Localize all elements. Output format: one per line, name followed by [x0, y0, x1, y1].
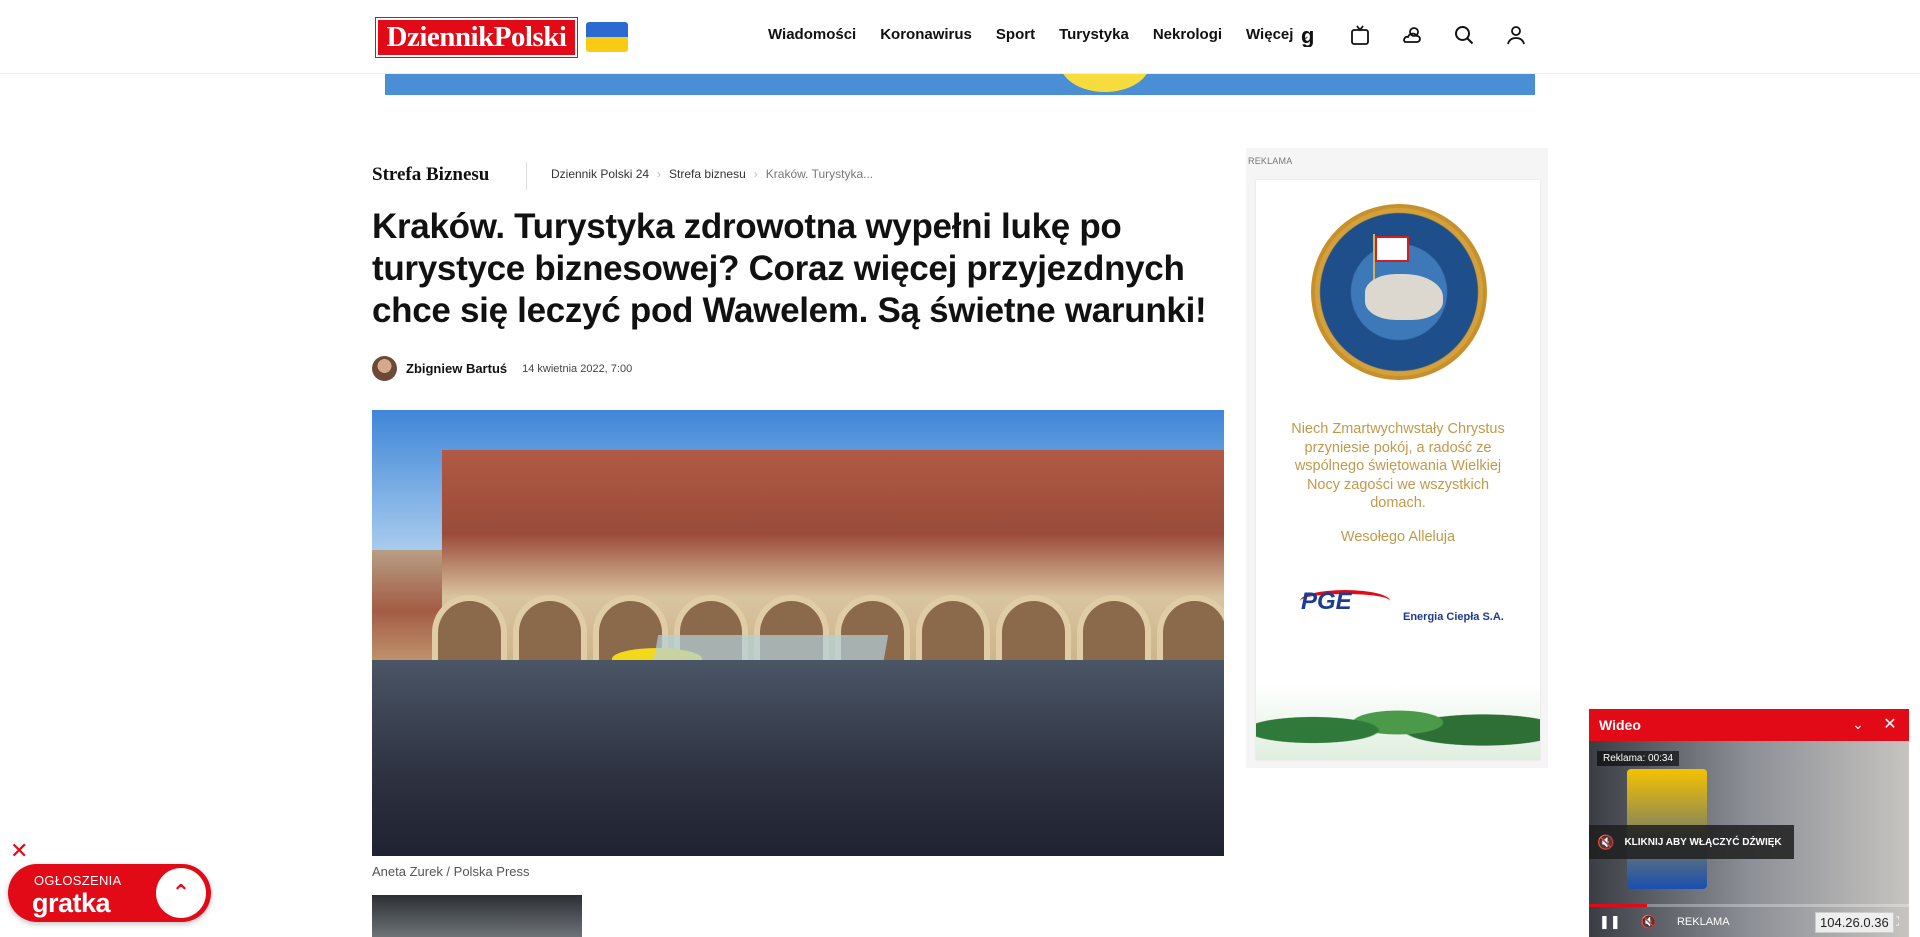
top-banner-ad[interactable] [385, 74, 1535, 95]
lamb-of-god-medallion-image [1311, 204, 1487, 380]
article-hero-image[interactable] [372, 410, 1224, 856]
ad-label: REKLAMA [1248, 156, 1293, 166]
close-icon[interactable]: ✕ [1881, 716, 1899, 734]
video-frame[interactable]: Reklama: 00:34 🔇 KLIKNIJ ABY WŁĄCZYĆ DŹW… [1589, 741, 1909, 937]
video-header: Wideo ⌄ ✕ [1589, 709, 1909, 741]
gratka-subtitle: OGŁOSZENIA [34, 873, 122, 888]
article-title: Kraków. Turystyka zdrowotna wypełni lukę… [372, 207, 1207, 330]
nav-item-wiecej-label: Więcej [1246, 26, 1294, 43]
pge-logo: PGE [1301, 588, 1352, 615]
gratka-widget[interactable]: OGŁOSZENIA gratka ⌃ [8, 864, 211, 922]
article-meta: Zbigniew Bartuś 14 kwietnia 2022, 7:00 [372, 356, 632, 381]
image-caption: Aneta Zurek / Polska Press [372, 864, 530, 879]
header-icons: g [1295, 22, 1529, 48]
section-name[interactable]: Strefa Biznesu [372, 164, 489, 186]
video-title: Wideo [1599, 717, 1641, 733]
mute-icon[interactable]: 🔇 [1641, 914, 1657, 930]
chevron-right-icon: › [753, 167, 758, 181]
nav-item-turystyka[interactable]: Turystyka [1059, 26, 1129, 43]
main-nav: Wiadomości Koronawirus Sport Turystyka N… [768, 26, 1334, 43]
leaves-image [1256, 685, 1540, 760]
search-icon[interactable] [1451, 22, 1477, 48]
nav-item-nekrologi[interactable]: Nekrologi [1153, 26, 1222, 43]
weather-icon[interactable] [1399, 22, 1425, 48]
muted-speaker-icon: 🔇 [1597, 833, 1615, 850]
close-icon[interactable]: ✕ [10, 840, 28, 862]
user-icon[interactable] [1503, 22, 1529, 48]
nav-item-sport[interactable]: Sport [996, 26, 1035, 43]
breadcrumb: Dziennik Polski 24 › Strefa biznesu › Kr… [551, 167, 873, 181]
ad-greeting: Wesołego Alleluja [1340, 529, 1456, 545]
gratka-expand-button[interactable]: ⌃ [156, 868, 206, 918]
site-logo[interactable]: DziennikPolski [375, 17, 578, 58]
pause-icon[interactable]: ❚❚ [1599, 914, 1621, 930]
svg-text:g: g [1301, 23, 1314, 47]
ip-badge: 104.26.0.36 [1815, 912, 1894, 933]
avatar[interactable] [372, 356, 397, 381]
nav-item-wiadomosci[interactable]: Wiadomości [768, 26, 856, 43]
author-name[interactable]: Zbigniew Bartuś [406, 361, 507, 376]
ukraine-flag-icon [586, 22, 628, 52]
chevron-up-icon: ⌃ [171, 880, 191, 905]
unmute-label: KLIKNIJ ABY WŁĄCZYĆ DŹWIĘK [1624, 836, 1782, 848]
related-thumbnail[interactable] [372, 895, 582, 937]
chevron-right-icon: › [657, 167, 662, 181]
tv-icon[interactable] [1347, 22, 1373, 48]
video-player-popup[interactable]: Wideo ⌄ ✕ Reklama: 00:34 🔇 KLIKNIJ ABY W… [1589, 709, 1909, 937]
sidebar-ad[interactable]: Niech Zmartwychwstały Chrystus przyniesi… [1256, 180, 1540, 760]
breadcrumb-item[interactable]: Dziennik Polski 24 [551, 167, 649, 181]
breadcrumb-item[interactable]: Strefa biznesu [669, 167, 746, 181]
unmute-button[interactable]: 🔇 KLIKNIJ ABY WŁĄCZYĆ DŹWIĘK [1589, 825, 1794, 859]
site-header: DziennikPolski Wiadomości Koronawirus Sp… [0, 0, 1920, 74]
breadcrumb-current: Kraków. Turystyka... [765, 167, 874, 181]
publish-date: 14 kwietnia 2022, 7:00 [522, 362, 633, 375]
breadcrumb-divider [526, 162, 527, 190]
chevron-down-icon[interactable]: ⌄ [1849, 716, 1867, 734]
video-ad-label: REKLAMA [1676, 916, 1730, 928]
nav-item-koronawirus[interactable]: Koronawirus [880, 26, 972, 43]
pge-subtitle: Energia Ciepła S.A. [1403, 611, 1504, 623]
gratka-g-icon[interactable]: g [1295, 22, 1321, 48]
video-ad-timer: Reklama: 00:34 [1597, 751, 1680, 766]
banner-sun-image [1060, 74, 1150, 92]
gratka-name: gratka [32, 888, 111, 918]
ad-text: Niech Zmartwychwstały Chrystus przyniesi… [1291, 421, 1505, 511]
